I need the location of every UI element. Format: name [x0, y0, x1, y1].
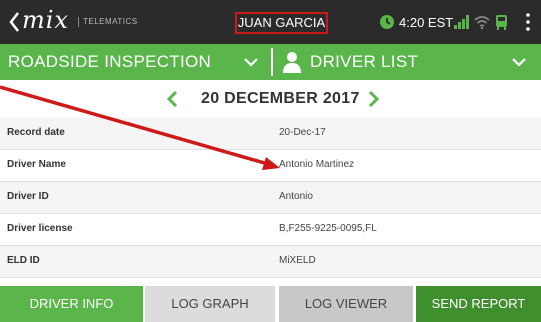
next-date-icon[interactable] — [368, 90, 380, 108]
table-row: Driver ID Antonio — [0, 182, 541, 214]
tab-log-viewer[interactable]: LOG VIEWER — [279, 286, 413, 322]
wifi-icon — [474, 16, 490, 30]
row-value: B,F255-9225-0095,FL — [279, 223, 377, 234]
table-row: Driver license B,F255-9225-0095,FL — [0, 214, 541, 246]
person-icon — [283, 52, 301, 73]
chevron-down-icon — [512, 58, 526, 67]
row-label: Driver ID — [7, 191, 49, 202]
chevron-down-icon — [244, 58, 258, 67]
row-label: ELD ID — [7, 255, 40, 266]
more-vertical-icon[interactable] — [526, 13, 530, 31]
row-label: Record date — [7, 127, 65, 138]
tab-driver-info[interactable]: DRIVER INFO — [0, 286, 143, 322]
row-value: MiXELD — [279, 255, 316, 266]
nav-bar: ROADSIDE INSPECTION DRIVER LIST — [0, 44, 541, 80]
clock-icon — [380, 15, 394, 29]
current-user-label[interactable]: JUAN GARCIA — [235, 12, 328, 34]
table-row: Driver Name Antonio Martinez — [0, 150, 541, 182]
roadside-inspection-label: ROADSIDE INSPECTION — [8, 52, 212, 71]
row-label: Driver license — [7, 223, 73, 234]
send-report-button[interactable]: SEND REPORT — [416, 286, 541, 322]
tab-log-graph[interactable]: LOG GRAPH — [145, 286, 275, 322]
table-row: Record date 20-Dec-17 — [0, 118, 541, 150]
driver-info-table: Record date 20-Dec-17 Driver Name Antoni… — [0, 118, 541, 282]
chevron-left-icon[interactable] — [8, 11, 20, 33]
row-value: Antonio — [279, 191, 313, 202]
roadside-inspection-dropdown[interactable]: ROADSIDE INSPECTION — [0, 44, 270, 80]
table-row: ELD ID MiXELD — [0, 246, 541, 278]
status-time: 4:20 EST — [399, 15, 454, 30]
date-selector: 20 DECEMBER 2017 — [0, 80, 541, 118]
logo-subtitle: TELEMATICS — [78, 17, 138, 27]
row-value: 20-Dec-17 — [279, 127, 326, 138]
driver-list-label: DRIVER LIST — [310, 52, 419, 71]
row-label: Driver Name — [7, 159, 66, 170]
previous-date-icon[interactable] — [166, 90, 178, 108]
signal-icon — [454, 15, 469, 29]
bottom-tab-bar: DRIVER INFO LOG GRAPH LOG VIEWER SEND RE… — [0, 286, 541, 322]
row-value: Antonio Martinez — [279, 159, 355, 170]
top-bar: mix TELEMATICS JUAN GARCIA 4:20 EST — [0, 0, 541, 44]
app-logo: mix — [22, 6, 69, 34]
current-date-label: 20 DECEMBER 2017 — [201, 90, 360, 107]
driver-list-dropdown[interactable]: DRIVER LIST — [273, 44, 541, 80]
bus-icon — [496, 15, 507, 30]
